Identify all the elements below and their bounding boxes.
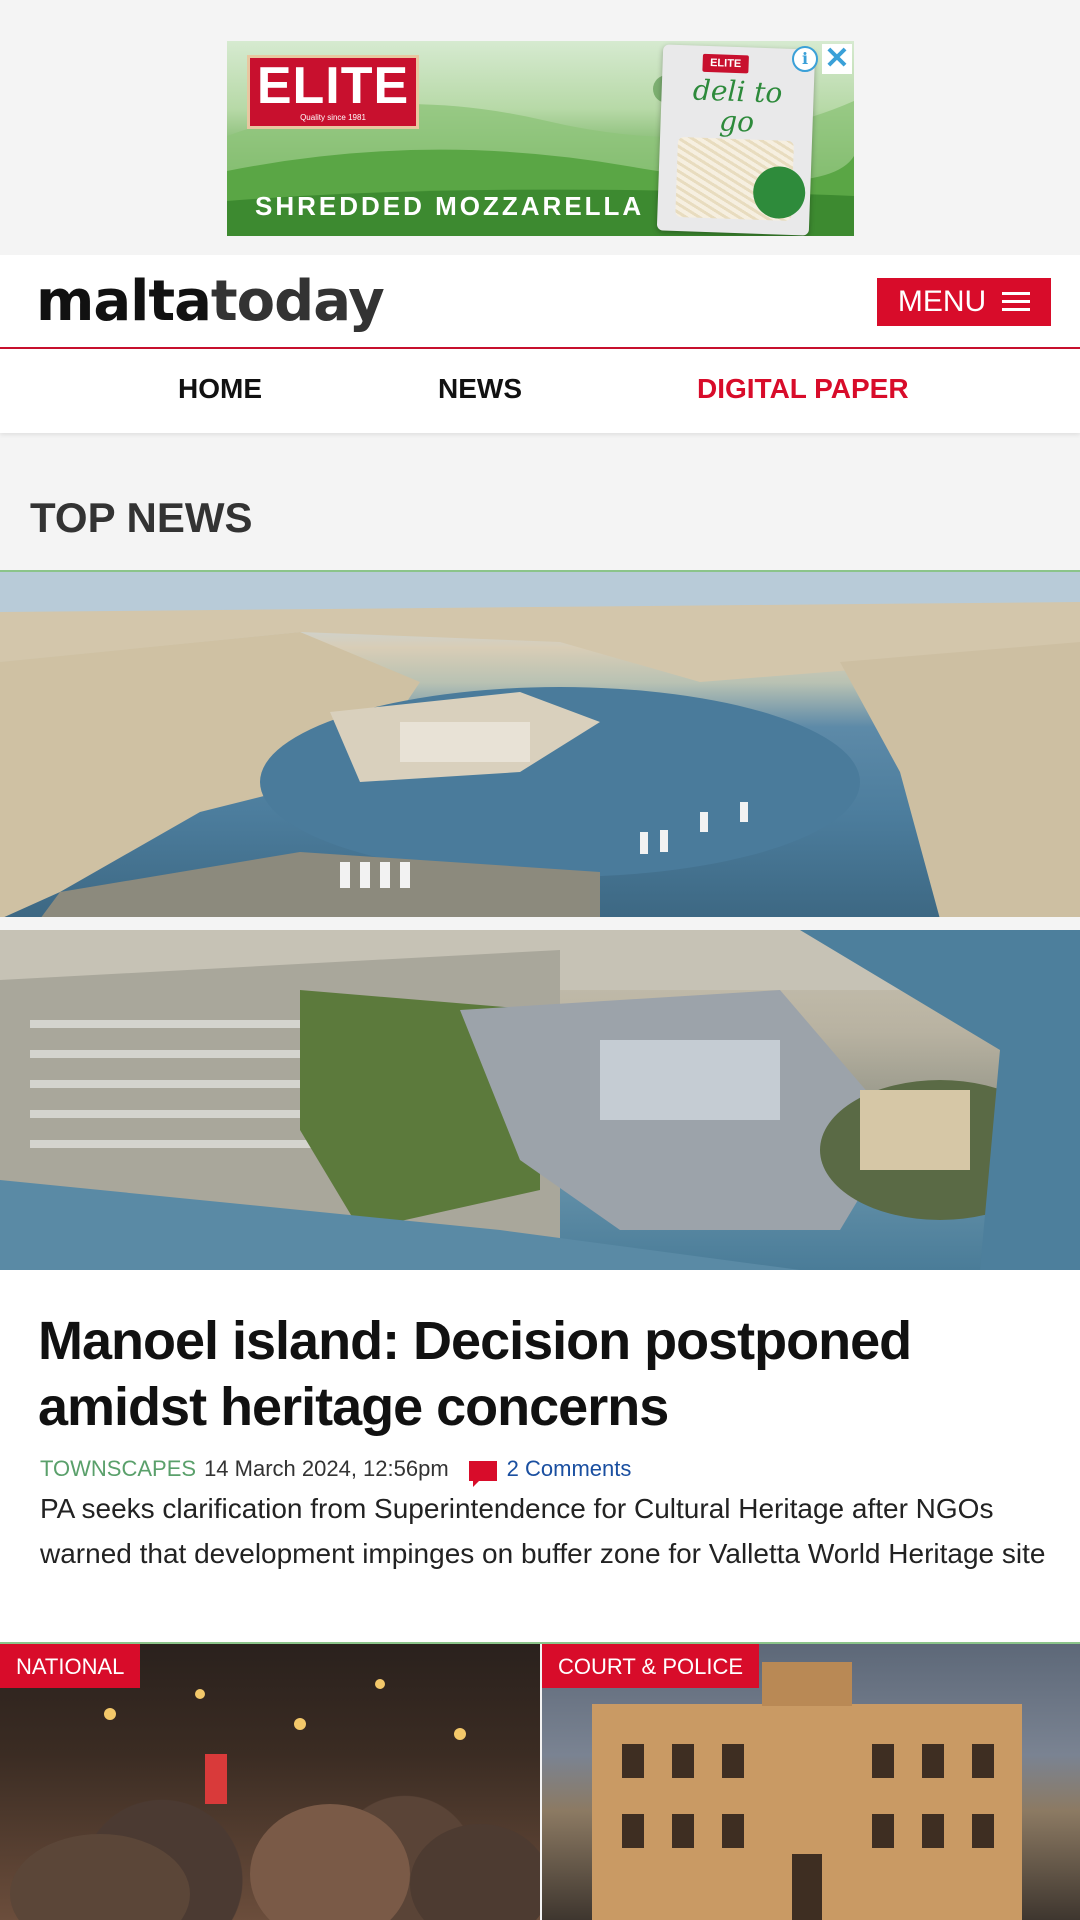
menu-label: MENU [897, 285, 987, 318]
category-tag-national[interactable]: NATIONAL [0, 1644, 141, 1688]
nav-home[interactable]: HOME [178, 373, 262, 405]
pack-seal [752, 165, 807, 220]
ad-headline: SHREDDED MOZZARELLA [255, 191, 645, 221]
top-news-image-manoel-island[interactable] [0, 930, 1080, 1270]
news-cards-row: NATIONAL COURT & POLICE [0, 1642, 1080, 1920]
logo-text-today: today [210, 269, 385, 334]
ad-product-pack: ELITE deli to go [656, 44, 816, 236]
aerial-harbour-illustration [0, 572, 1080, 917]
top-news-image-aerial[interactable] [0, 570, 1080, 917]
hamburger-icon [1002, 291, 1031, 313]
article-comments-link[interactable]: 2 Comments [507, 1456, 632, 1482]
menu-button[interactable]: MENU [877, 278, 1051, 326]
article-date: 14 March 2024, 12:56pm [204, 1456, 449, 1481]
top-news-article[interactable]: Manoel island: Decision postponed amidst… [0, 1270, 1080, 1642]
site-header: maltatoday MENU [0, 255, 1080, 349]
site-logo[interactable]: maltatoday [36, 269, 385, 334]
ad-brand-logo: ELITE Quality since 1981 [247, 55, 419, 129]
main-nav: HOME NEWS DIGITAL PAPER [0, 349, 1080, 433]
ad-banner-area: ELITE Quality since 1981 SHREDDED MOZZAR… [0, 0, 1080, 255]
pack-title: deli to go [692, 73, 783, 139]
pack-brand: ELITE [702, 53, 749, 74]
auberge-castille-illustration [592, 1662, 1022, 1920]
ad-info-icon[interactable]: i [792, 46, 818, 72]
news-card-national[interactable]: NATIONAL [0, 1644, 540, 1920]
comment-icon [468, 1461, 497, 1487]
article-headline[interactable]: Manoel island: Decision postponed amidst… [38, 1308, 1048, 1440]
nav-digital-paper[interactable]: DIGITAL PAPER [697, 373, 909, 405]
article-summary: PA seeks clarification from Superintende… [40, 1493, 1046, 1569]
advertisement[interactable]: ELITE Quality since 1981 SHREDDED MOZZAR… [227, 41, 854, 236]
ad-brand-tagline: Quality since 1981 [300, 113, 366, 122]
ad-close-icon[interactable]: ✕ [822, 44, 852, 74]
section-title: TOP NEWS [30, 494, 253, 541]
article-category[interactable]: TOWNSCAPES [40, 1456, 196, 1482]
news-card-court-police[interactable]: COURT & POLICE [542, 1644, 1080, 1920]
manoel-island-illustration [0, 930, 1080, 1270]
nav-news[interactable]: NEWS [438, 373, 522, 405]
article-meta: TOWNSCAPES 14 March 2024, 12:56pm 2 Comm… [40, 1456, 632, 1487]
category-tag-court-police[interactable]: COURT & POLICE [542, 1644, 760, 1688]
ad-brand-name: ELITE [256, 57, 410, 115]
logo-text-malta: malta [36, 269, 212, 334]
